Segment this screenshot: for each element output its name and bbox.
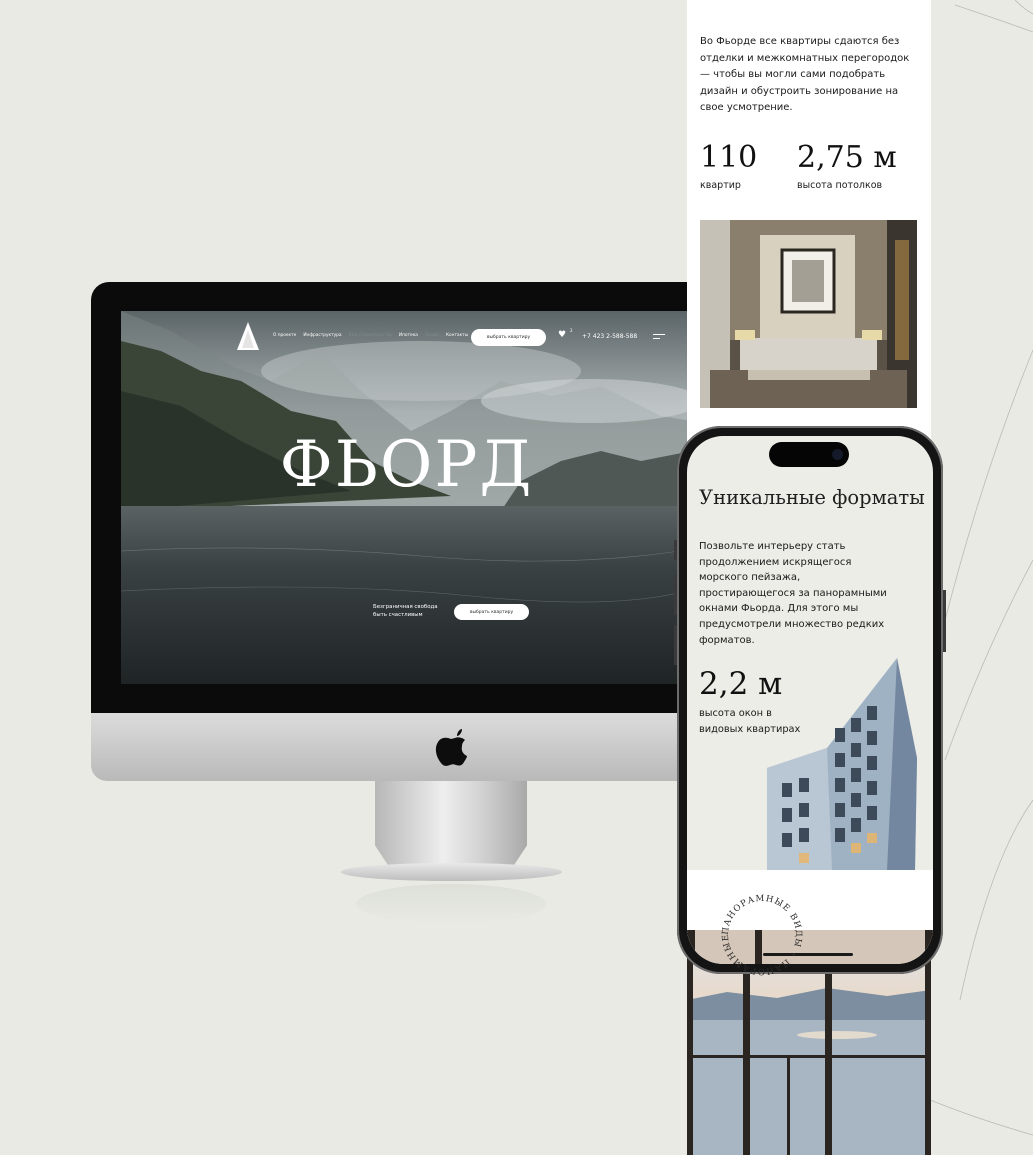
stat-apartments-label: квартир <box>700 180 741 191</box>
phone-volume-down-button <box>674 625 677 665</box>
phone-number-link[interactable]: +7 423 2-588-588 <box>582 333 637 340</box>
phone-section-title: Уникальные форматы <box>699 486 925 509</box>
nav-link-promotions[interactable]: Акции <box>425 333 439 338</box>
imac-reflection <box>356 884 546 924</box>
favorites-count: 2 <box>570 328 573 333</box>
phone-section-body: Позвольте интерьеру стать продолжением и… <box>699 541 887 646</box>
phone-stat-label: высота окон в видовых квартирах <box>699 708 801 735</box>
imac-stand-neck <box>375 781 527 873</box>
phone-action-button <box>674 540 677 560</box>
hero-tagline: Безграничная свобода быть счастливым <box>373 604 438 618</box>
nav-link-construction[interactable]: Ход строительства <box>349 333 392 338</box>
stat-apartments: 110 квартир <box>700 140 757 191</box>
stat-ceiling-value: 2,75 м <box>797 140 897 175</box>
front-camera-icon <box>832 449 843 460</box>
nav-link-mortgage[interactable]: Ипотека <box>399 333 418 338</box>
fjord-logo-icon[interactable] <box>237 322 259 350</box>
burger-menu-icon[interactable] <box>653 334 665 342</box>
imac-chin <box>91 713 711 781</box>
nav-link-contacts[interactable]: Контакты <box>446 333 468 338</box>
hero-choose-apartment-button[interactable]: выбрать квартиру <box>454 604 529 620</box>
bedroom-interior-image <box>700 220 917 408</box>
nav-links: О проекте Инфраструктура Ход строительст… <box>273 333 468 338</box>
panoramic-views-stamp: ПАНОРАМНЫЕ ВИДЫ • ПАНОРАМНЫЕ ВИДЫ • <box>712 885 803 976</box>
phone-side-button <box>943 590 946 652</box>
stamp-text: ПАНОРАМНЫЕ ВИДЫ • ПАНОРАМНЫЕ ВИДЫ • <box>712 885 802 976</box>
desktop-nav: О проекте Инфраструктура Ход строительст… <box>121 322 692 351</box>
desktop-site-screen: О проекте Инфраструктура Ход строительст… <box>121 311 692 684</box>
choose-apartment-button[interactable]: выбрать квартиру <box>471 329 546 346</box>
stat-ceiling: 2,75 м высота потолков <box>797 140 897 191</box>
stat-apartments-value: 110 <box>700 140 758 175</box>
heart-icon[interactable]: ♥ <box>558 330 566 340</box>
svg-text:ПАНОРАМНЫЕ ВИДЫ • ПАНОРАМНЫЕ В: ПАНОРАМНЫЕ ВИДЫ • ПАНОРАМНЫЕ ВИДЫ • <box>712 885 803 976</box>
hero-title: ФЬОРД <box>279 428 534 502</box>
apple-logo-icon <box>435 729 467 766</box>
nav-link-about[interactable]: О проекте <box>273 333 296 338</box>
intro-text: Во Фьорде все квартиры сдаются без отдел… <box>700 36 910 113</box>
phone-volume-up-button <box>674 575 677 615</box>
nav-link-infrastructure[interactable]: Инфраструктура <box>303 333 341 338</box>
imac-stand-foot <box>341 863 562 881</box>
stat-ceiling-label: высота потолков <box>797 180 883 191</box>
phone-stat-value: 2,2 м <box>699 666 783 702</box>
